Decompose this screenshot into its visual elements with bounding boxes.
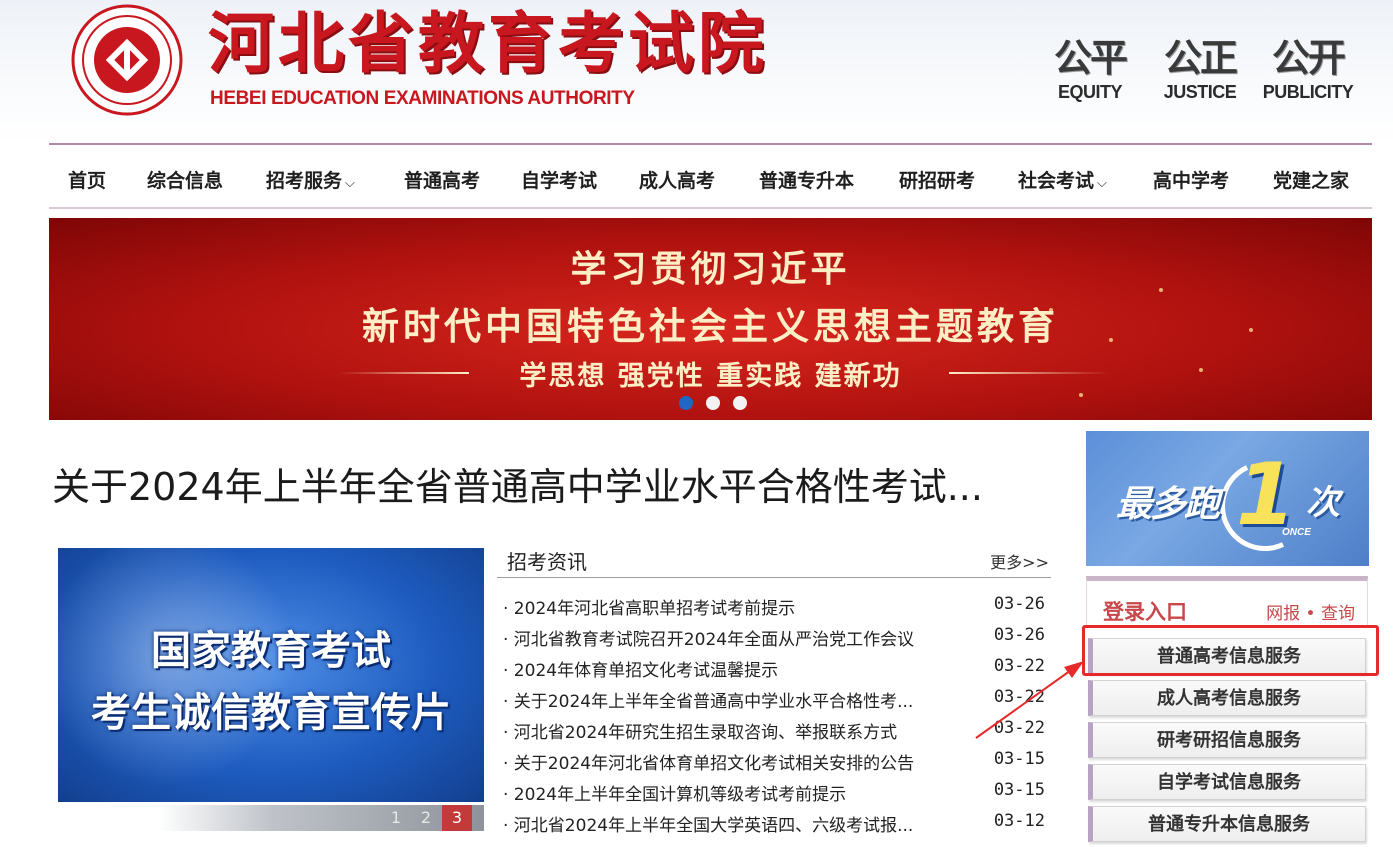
pager-button-1[interactable]: 1: [381, 805, 411, 831]
nav-item-general-info[interactable]: 综合信息: [147, 145, 223, 207]
carousel-dot-2[interactable]: [706, 396, 720, 410]
login-entry-title: 登录入口: [1103, 600, 1187, 624]
motto-cn: 公平: [1053, 36, 1128, 80]
nav-item-label: 首页: [68, 170, 107, 192]
motto-justice: 公正 JUSTICE: [1150, 36, 1250, 103]
nav-item-upgrade[interactable]: 普通专升本: [759, 145, 854, 207]
nav-item-label: 招考服务: [266, 170, 343, 192]
news-item-title[interactable]: · 2024年体育单招文化考试温馨提示: [503, 656, 778, 681]
chevron-down-icon: ⌵: [345, 176, 355, 191]
motto-cn: 公开: [1271, 36, 1346, 80]
motto-en: EQUITY: [1057, 82, 1123, 102]
news-item-title[interactable]: · 河北省教育考试院召开2024年全面从严治党工作会议: [503, 625, 914, 650]
login-entry-box: 登录入口 网报 • 查询: [1086, 576, 1368, 628]
news-item-date: 03-15: [993, 780, 1045, 800]
news-item-title[interactable]: · 2024年上半年全国计算机等级考试考前提示: [503, 780, 846, 805]
news-item-title[interactable]: · 河北省2024年上半年全国大学英语四、六级考试报...: [503, 811, 913, 836]
sparkle-decoration: [1079, 393, 1083, 397]
banner-divider-right: [949, 372, 1109, 374]
nav-item-label: 普通专升本: [759, 170, 855, 192]
banner-line-2: 新时代中国特色社会主义思想主题教育: [362, 305, 1059, 348]
featured-headline[interactable]: 关于2024年上半年全省普通高中学业水平合格性考试...: [52, 456, 983, 511]
chevron-down-icon: ⌵: [1097, 176, 1107, 191]
highlight-box: [1082, 625, 1379, 676]
news-item-date: 03-15: [993, 749, 1045, 769]
authority-emblem-icon[interactable]: [66, 4, 188, 116]
news-title: 招考资讯: [507, 550, 587, 574]
nav-item-exam-services[interactable]: 招考服务 ⌵: [266, 145, 355, 207]
main-nav: 首页 综合信息 招考服务 ⌵ 普通高考 自学考试 成人高考 普通专升本 研招研考 …: [49, 143, 1372, 209]
logo-title-cn[interactable]: 河北省教育考试院: [208, 2, 768, 86]
news-item[interactable]: · 2024年上半年全国计算机等级考试考前提示 03-15: [503, 780, 1051, 810]
logo-title-en[interactable]: HEBEI EDUCATION EXAMINATIONS AUTHORITY: [210, 88, 635, 110]
news-item-date: 03-12: [993, 811, 1045, 831]
nav-item-label: 研招研考: [899, 170, 976, 192]
nav-item-gaokao[interactable]: 普通高考: [404, 145, 480, 207]
nav-item-label: 成人高考: [639, 170, 716, 192]
motto-group: 公平 EQUITY 公正 JUSTICE 公开 PUBLICITY: [1040, 36, 1370, 116]
motto-en: PUBLICITY: [1262, 82, 1354, 102]
news-item-title[interactable]: · 关于2024年河北省体育单招文化考试相关安排的公告: [503, 749, 914, 774]
promo-once-label: ONCE: [1282, 527, 1311, 538]
news-item[interactable]: · 河北省2024年上半年全国大学英语四、六级考试报... 03-12: [503, 811, 1051, 841]
news-header: 招考资讯 更多>>: [497, 540, 1051, 578]
service-button-self-study[interactable]: 自学考试信息服务: [1088, 764, 1366, 800]
news-item[interactable]: · 关于2024年河北省体育单招文化考试相关安排的公告 03-15: [503, 749, 1051, 779]
news-item-date: 03-26: [993, 625, 1045, 645]
news-item-title[interactable]: · 2024年河北省高职单招考试考前提示: [503, 594, 795, 619]
service-button-upgrade[interactable]: 普通专升本信息服务: [1088, 806, 1366, 842]
news-item-title[interactable]: · 河北省2024年研究生招生录取咨询、举报联系方式: [503, 718, 897, 743]
nav-item-label: 综合信息: [147, 170, 224, 192]
promo-text: 最多跑: [1116, 484, 1220, 525]
motto-publicity: 公开 PUBLICITY: [1258, 36, 1358, 103]
site-header: 河北省教育考试院 HEBEI EDUCATION EXAMINATIONS AU…: [0, 0, 1393, 145]
video-title-line-2: 考生诚信教育宣传片: [91, 690, 451, 736]
video-pager: 1 2 3: [158, 805, 484, 831]
banner-line-1: 学习贯彻习近平: [570, 249, 851, 290]
nav-item-label: 党建之家: [1273, 170, 1350, 192]
motto-equity: 公平 EQUITY: [1040, 36, 1140, 103]
nav-item-label: 高中学考: [1153, 170, 1230, 192]
news-more-link[interactable]: 更多>>: [990, 549, 1049, 573]
service-button-adult-exam[interactable]: 成人高考信息服务: [1088, 680, 1366, 716]
nav-item-party[interactable]: 党建之家: [1273, 145, 1349, 207]
pager-button-2[interactable]: 2: [411, 805, 441, 831]
service-button-postgrad[interactable]: 研考研招信息服务: [1088, 722, 1366, 758]
pager-button-3[interactable]: 3: [442, 805, 472, 831]
carousel-dot-3[interactable]: [733, 396, 747, 410]
nav-item-postgrad[interactable]: 研招研考: [899, 145, 975, 207]
nav-item-adult-exam[interactable]: 成人高考: [639, 145, 715, 207]
carousel-dot-1[interactable]: [679, 396, 693, 410]
news-item-title[interactable]: · 关于2024年上半年全省普通高中学业水平合格性考...: [503, 687, 913, 712]
nav-item-label: 社会考试: [1018, 170, 1095, 192]
video-thumbnail[interactable]: 国家教育考试 考生诚信教育宣传片: [58, 548, 484, 802]
nav-item-label: 普通高考: [404, 170, 481, 192]
nav-item-social-exam[interactable]: 社会考试 ⌵: [1018, 145, 1107, 207]
news-item-date: 03-26: [993, 594, 1045, 614]
video-title-line-1: 国家教育考试: [151, 628, 391, 674]
banner-line-3: 学思想 强党性 重实践 建新功: [519, 361, 902, 392]
nav-item-home[interactable]: 首页: [68, 145, 106, 207]
run-once-promo-banner[interactable]: 最多跑 1 次 ONCE: [1086, 431, 1369, 566]
nav-item-self-study[interactable]: 自学考试: [521, 145, 597, 207]
banner-carousel[interactable]: 学习贯彻习近平 新时代中国特色社会主义思想主题教育 学思想 强党性 重实践 建新…: [49, 218, 1372, 420]
motto-en: JUSTICE: [1163, 82, 1237, 102]
login-entry-subtitle: 网报 • 查询: [1266, 604, 1355, 624]
motto-cn: 公正: [1163, 36, 1238, 80]
nav-item-high-school[interactable]: 高中学考: [1153, 145, 1229, 207]
promo-suffix: 次: [1306, 483, 1340, 523]
annotation-arrow-icon: [975, 661, 1084, 739]
nav-item-label: 自学考试: [521, 170, 598, 192]
news-item[interactable]: · 2024年河北省高职单招考试考前提示 03-26: [503, 594, 1051, 624]
